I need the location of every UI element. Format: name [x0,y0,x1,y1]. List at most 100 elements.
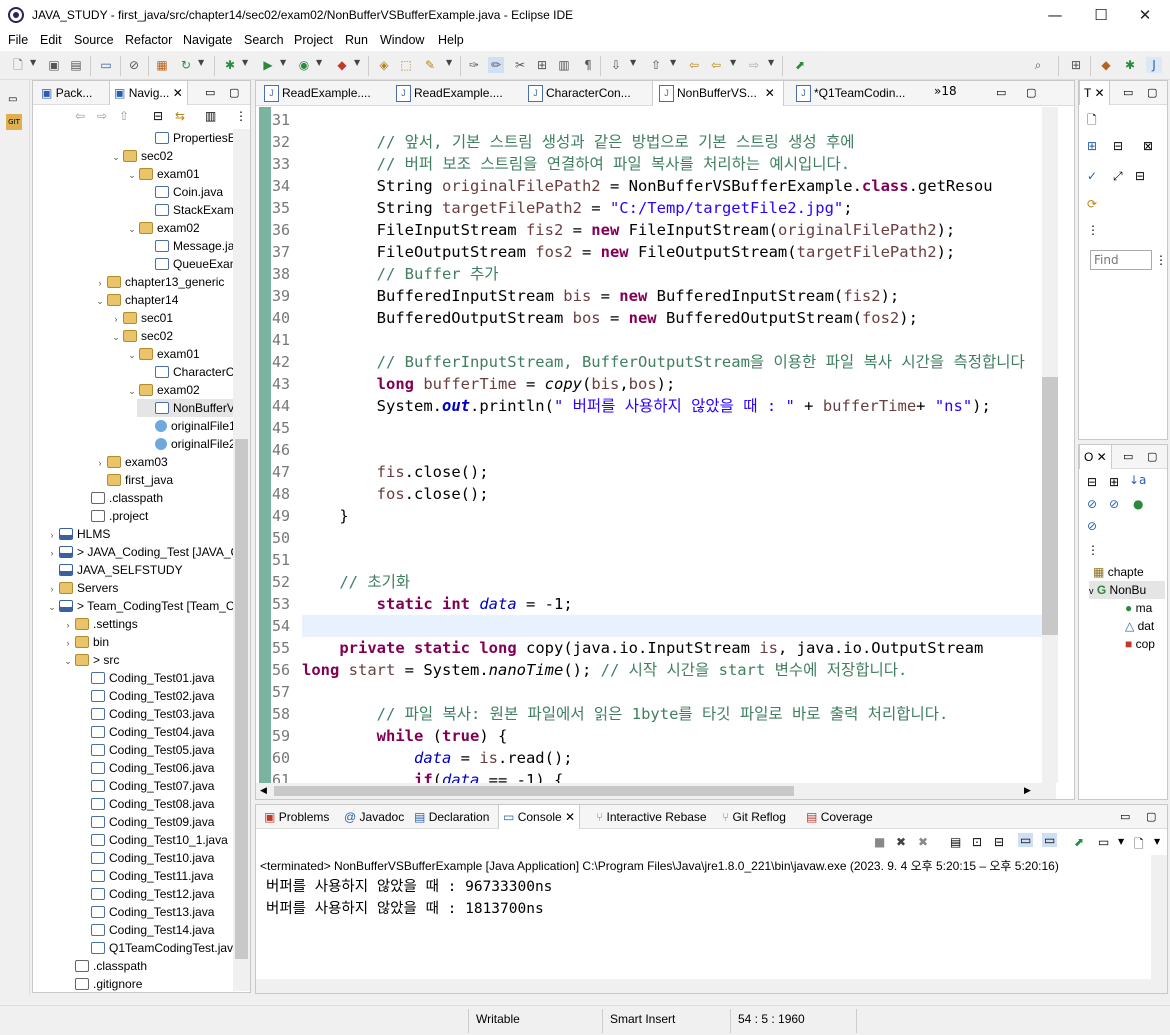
tree-item[interactable]: › HLMS [45,525,111,544]
outline-collapse-icon[interactable]: ⊟ [1087,475,1097,489]
code-line[interactable]: String originalFilePath2 = NonBufferVSBu… [302,175,993,197]
tab-character-con[interactable]: CharacterCon... [522,81,637,106]
collapse-arrow-icon[interactable]: › [93,454,107,472]
expand-arrow-icon[interactable]: ⌄ [125,166,139,184]
collapse-arrow-icon[interactable]: › [61,616,75,634]
back-icon[interactable]: ⇦ [708,57,724,73]
code-line[interactable]: // 파일 복사: 원본 파일에서 읽은 1byte를 타깃 파일로 바로 출력… [302,703,949,725]
menu-edit[interactable]: Edit [40,33,62,47]
tree-item[interactable]: ⌄ > src [61,651,119,669]
tab-coverage[interactable]: ▤ Coverage [802,805,877,829]
tree-item[interactable]: originalFile1.jp [141,417,233,435]
code-line[interactable]: if(data == -1) { [302,769,563,783]
open-perspective-icon[interactable]: ⊞ [1068,57,1084,73]
prev-annotation-icon[interactable]: ⇧ [648,57,664,73]
tree-item[interactable]: QueueExampl [141,255,233,273]
tab-read-example-2[interactable]: ReadExample.... [390,81,509,106]
find-more-icon[interactable]: ⋮ [1155,253,1167,267]
menu-file[interactable]: File [8,33,28,47]
scroll-lock-icon[interactable]: ⊡ [972,835,982,849]
menu-window[interactable]: Window [380,33,424,47]
find-input[interactable]: Find [1090,250,1152,270]
maximize-editor-icon[interactable]: ▢ [1026,86,1036,99]
collapse-arrow-icon[interactable]: › [45,544,59,562]
explorer-scrollbar[interactable] [233,129,250,991]
back-icon[interactable]: ⇦ [75,109,85,123]
tab-nonbuffer-vs[interactable]: NonBufferVS...✕ [652,81,784,106]
outline-tree-icon[interactable]: ⊞ [1109,475,1119,489]
collapse-icon[interactable]: ⊠ [1143,139,1153,153]
tree-item[interactable]: JAVA_SELFSTUDY [45,561,183,579]
debug-icon[interactable]: ✱ [222,57,238,73]
hide-completed-icon[interactable]: ⤢ [1113,169,1123,184]
expand-arrow-icon[interactable]: ⌄ [125,346,139,364]
tree-item[interactable]: Coding_Test09.java [77,813,214,831]
tab-task-list[interactable]: T ✕ [1079,81,1110,105]
save-icon[interactable]: ▣ [46,57,62,73]
save-all-icon[interactable]: ▤ [68,57,84,73]
tab-q1-team-coding[interactable]: *Q1TeamCodin... [790,81,911,106]
open-task-icon[interactable]: ⬚ [398,57,414,73]
tree-item[interactable]: .classpath [77,489,163,507]
current-line[interactable] [302,615,1042,637]
new-icon[interactable]: 🗋 [10,57,26,73]
tree-item[interactable]: .classpath [61,957,147,975]
code-line[interactable]: // Buffer 추가 [302,263,499,285]
terminate-icon[interactable]: ■ [874,835,885,849]
code-line[interactable]: static int data = -1; [302,593,573,615]
tab-problems[interactable]: ▣ Problems [260,805,333,829]
close-tab-icon[interactable]: ✕ [765,86,775,100]
tree-item[interactable]: PropertiesExan [141,129,233,147]
code-line[interactable]: BufferedOutputStream bos = new BufferedO… [302,307,918,329]
code-line[interactable]: long start = System.nanoTime(); // 시작 시간… [302,659,907,681]
expand-arrow-icon[interactable]: ⌄ [109,148,123,166]
new-dropdown-icon[interactable]: ▼ [30,58,36,67]
tab-outline[interactable]: O ✕ [1079,445,1112,469]
tab-package-explorer[interactable]: ▣ Pack... [37,81,96,105]
collapse-arrow-icon[interactable]: › [45,580,59,598]
show-whitespace-icon[interactable]: ▥ [556,57,572,73]
tree-item[interactable]: Coding_Test14.java [77,921,214,939]
console-scrollbar[interactable] [1151,855,1167,979]
last-edit-icon[interactable]: ⇦ [686,57,702,73]
code-line[interactable]: System.out.println(" 버퍼를 사용하지 않았을 때 : " … [302,395,991,417]
tree-item[interactable]: .gitignore [61,975,142,991]
tree-item[interactable]: CharacterCon [141,363,233,381]
code-line[interactable]: long bufferTime = copy(bis,bos); [302,373,676,395]
tree-item[interactable]: ⌄ exam01 [125,345,199,364]
tree-item[interactable]: › > JAVA_Coding_Test [JAVA_C [45,543,234,562]
task-collapse-icon[interactable]: ⊟ [1135,169,1145,183]
tab-overflow[interactable]: »18 [934,84,957,98]
show-on-output-icon[interactable]: ▭ [1018,833,1034,847]
tree-item[interactable]: NonBufferVSE [137,399,233,417]
outline-item-main[interactable]: ● ma [1125,599,1152,617]
collapse-arrow-icon[interactable]: › [61,634,75,652]
tree-item[interactable]: ⌄ exam02 [125,381,199,399]
tree-item[interactable]: Coin.java [141,183,223,201]
code-line[interactable]: FileInputStream fis2 = new FileInputStre… [302,219,956,241]
filter-icon[interactable]: ✓ [1087,169,1097,183]
tree-item[interactable]: Q1TeamCodingTest.jav [77,939,233,957]
code-line[interactable]: // BufferInputStream, BufferOutputStream… [302,351,1025,373]
search-icon[interactable]: ⌕ [1030,57,1046,73]
tree-item[interactable]: StackExample [141,201,233,219]
coverage-icon[interactable]: ◉ [296,57,312,73]
maximize-view-icon[interactable]: ▢ [229,86,239,99]
collapse-arrow-icon[interactable]: › [45,526,59,544]
code-line[interactable]: BufferedInputStream bis = new BufferedIn… [302,285,900,307]
tree-item[interactable]: Coding_Test10_1.java [77,831,228,849]
close-button[interactable]: ✕ [1122,0,1168,31]
restore-icon[interactable]: ▭ [8,94,17,105]
minimize-editor-icon[interactable]: ▭ [996,86,1006,99]
hide-fields-icon[interactable]: ⊘ [1087,497,1097,511]
minimize-button[interactable]: — [1032,0,1078,31]
code-line[interactable]: // 앞서, 기본 스트림 생성과 같은 방법으로 기본 스트링 생성 후에 [302,131,855,153]
hide-nonpublic-icon[interactable]: ● [1133,497,1143,511]
sync-icon[interactable]: ⟳ [1087,197,1097,211]
editor-horizontal-scrollbar[interactable]: ◀ ▶ [256,783,1056,799]
code-line[interactable]: private static long copy(java.io.InputSt… [302,637,983,659]
tab-read-example-1[interactable]: ReadExample.... [258,81,377,106]
outline-item-data[interactable]: △ dat [1125,617,1154,635]
tree-item[interactable]: Coding_Test02.java [77,687,214,705]
menu-source[interactable]: Source [74,33,114,47]
